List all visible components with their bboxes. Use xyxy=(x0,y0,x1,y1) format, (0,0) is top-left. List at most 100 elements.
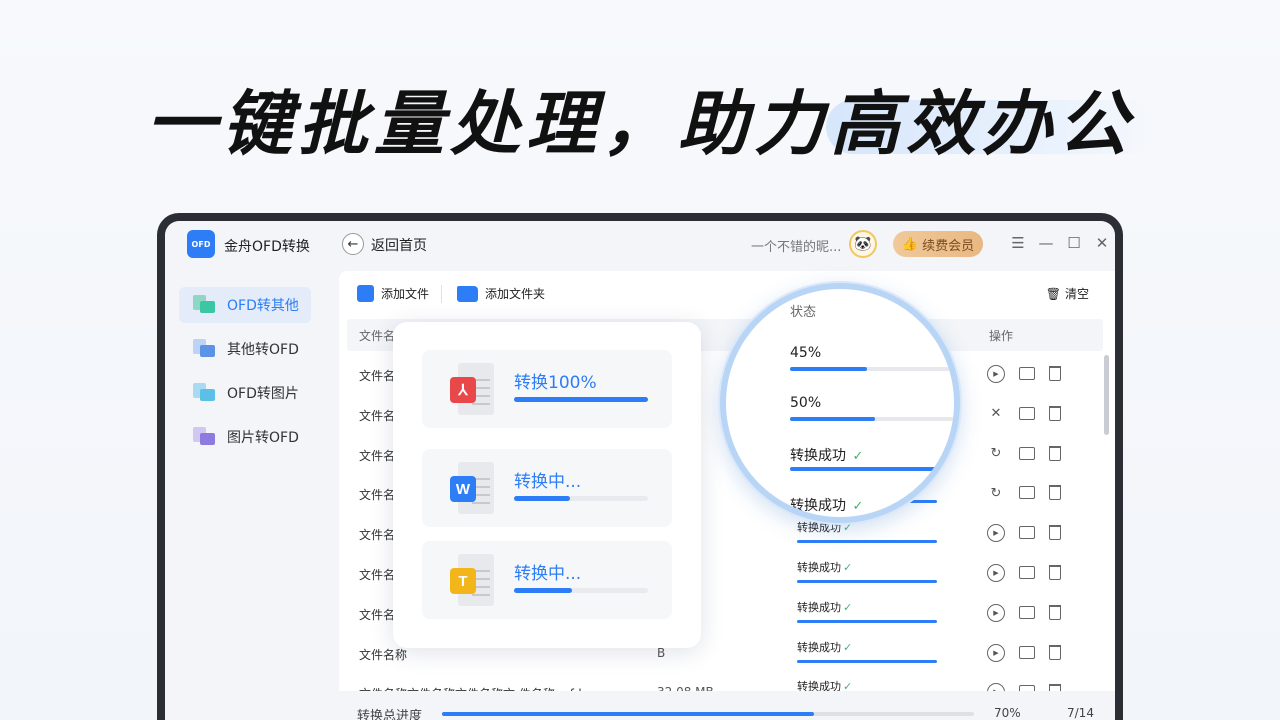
add-file-icon xyxy=(357,285,374,302)
overall-progress-percent: 70% xyxy=(994,706,1021,720)
open-folder-icon[interactable] xyxy=(1019,446,1035,460)
toolbar-divider xyxy=(441,285,442,303)
job-txt: T 转换中... xyxy=(422,541,672,619)
open-folder-icon[interactable] xyxy=(1019,406,1035,420)
success-check-icon: ✓ xyxy=(843,561,853,574)
overall-progress-track xyxy=(442,712,974,716)
job-label: 转换中... xyxy=(514,564,582,584)
overall-progress-count: 7/14 xyxy=(1067,706,1094,720)
lens-progress-track xyxy=(790,367,954,371)
sidebar-item-label: 图片转OFD xyxy=(227,430,299,446)
magnifier-lens: 状态 45% 50% 转换成功 ✓ 转换成功 ✓ xyxy=(720,283,960,523)
file-name: 文件名称 xyxy=(359,647,408,662)
row-actions: ▶ xyxy=(987,564,1061,582)
job-progress-fill xyxy=(514,588,572,593)
back-arrow-icon[interactable]: ← xyxy=(342,233,364,255)
txt-file-icon: T xyxy=(450,554,496,608)
delete-icon[interactable] xyxy=(1049,525,1061,541)
play-icon[interactable]: ▶ xyxy=(987,643,1005,662)
row-actions: ▶ xyxy=(987,643,1061,662)
minimize-icon[interactable]: — xyxy=(1037,234,1055,252)
delete-icon[interactable] xyxy=(1049,485,1061,501)
job-progress-track xyxy=(514,588,648,593)
success-check-icon: ✓ xyxy=(843,640,853,654)
row-actions: ↻ xyxy=(987,445,1061,463)
success-check-icon: ✓ xyxy=(852,499,864,514)
lens-status-text: 45% xyxy=(790,345,821,361)
app-logo-icon: OFD xyxy=(187,230,215,258)
file-progress xyxy=(797,659,937,663)
app-name: 金舟OFD转换 xyxy=(224,239,310,255)
open-folder-icon[interactable] xyxy=(1019,645,1035,659)
delete-icon[interactable] xyxy=(1049,644,1061,660)
ofd-to-other-icon xyxy=(193,295,215,315)
play-icon[interactable]: ▶ xyxy=(987,365,1005,383)
open-folder-icon[interactable] xyxy=(1019,486,1035,500)
retry-icon[interactable]: ↻ xyxy=(987,445,1005,463)
play-icon[interactable]: ▶ xyxy=(987,524,1005,543)
success-check-icon: ✓ xyxy=(843,600,853,614)
job-label: 转换中... xyxy=(514,472,582,492)
open-folder-icon[interactable] xyxy=(1019,566,1035,579)
lens-progress-fill xyxy=(790,467,954,471)
open-folder-icon[interactable] xyxy=(1019,367,1035,380)
thumb-up-icon: 👍 xyxy=(901,236,919,252)
success-check-icon: ✓ xyxy=(852,449,864,464)
lens-status-text: 50% xyxy=(790,395,821,411)
sidebar: OFD转其他 其他转OFD OFD转图片 图片转OFD xyxy=(165,267,331,720)
back-home-link[interactable]: 返回首页 xyxy=(371,235,427,255)
lens-status-label: 45% xyxy=(790,345,822,361)
sidebar-item-label: 其他转OFD xyxy=(227,342,299,358)
ofd-to-image-icon xyxy=(193,383,215,403)
add-folder-button[interactable]: 添加文件夹 xyxy=(457,285,545,302)
add-folder-label: 添加文件夹 xyxy=(485,287,546,301)
user-name[interactable]: 一个不错的昵... xyxy=(751,236,841,255)
lens-status-label: 转换成功 xyxy=(790,498,846,514)
add-folder-icon xyxy=(457,285,478,302)
job-progress-fill xyxy=(514,496,571,501)
renew-vip-label: 续费会员 xyxy=(922,238,975,254)
row-actions: ▶ xyxy=(987,603,1061,622)
sidebar-item-ofd-to-other[interactable]: OFD转其他 xyxy=(179,287,311,323)
cancel-icon[interactable]: ✕ xyxy=(987,405,1005,423)
row-actions: ▶ xyxy=(987,524,1061,543)
play-icon[interactable]: ▶ xyxy=(987,603,1005,622)
file-status: 转换成功✓ xyxy=(797,639,852,655)
job-label: 转换100% xyxy=(514,373,597,393)
job-progress-track xyxy=(514,397,648,402)
delete-icon[interactable] xyxy=(1049,445,1061,461)
avatar[interactable]: 🐼 xyxy=(849,230,877,258)
menu-icon[interactable]: ☰ xyxy=(1009,234,1027,252)
maximize-icon[interactable]: ☐ xyxy=(1065,234,1083,252)
sidebar-item-image-to-ofd[interactable]: 图片转OFD xyxy=(179,419,311,455)
job-progress-fill xyxy=(514,397,648,402)
file-status: 转换成功✓ xyxy=(797,559,852,575)
job-word: W 转换中... xyxy=(422,449,672,527)
scrollbar[interactable] xyxy=(1104,355,1109,435)
delete-icon[interactable] xyxy=(1049,366,1061,381)
sidebar-item-ofd-to-image[interactable]: OFD转图片 xyxy=(179,375,311,411)
delete-icon[interactable] xyxy=(1049,405,1061,421)
title-bar: OFD 金舟OFD转换 ← 返回首页 一个不错的昵... 🐼 👍 续费会员 ☰ … xyxy=(165,221,1115,267)
conversion-jobs-card: ⅄ 转换100% W 转换中... T 转换中... xyxy=(393,322,701,648)
row-actions: ✕ xyxy=(987,405,1061,423)
job-progress-track xyxy=(514,496,648,501)
sidebar-item-other-to-ofd[interactable]: 其他转OFD xyxy=(179,331,311,367)
close-icon[interactable]: ✕ xyxy=(1093,234,1111,252)
lens-progress-track xyxy=(790,467,954,471)
delete-icon[interactable] xyxy=(1049,565,1061,580)
lens-progress-track xyxy=(790,417,954,421)
retry-icon[interactable]: ↻ xyxy=(987,484,1005,502)
clear-button[interactable]: 🗑 清空 xyxy=(1046,285,1089,302)
open-folder-icon[interactable] xyxy=(1019,605,1035,619)
file-status-label: 转换成功 xyxy=(797,521,841,535)
file-status-label: 转换成功 xyxy=(797,600,841,614)
renew-vip-button[interactable]: 👍 续费会员 xyxy=(893,231,983,257)
trash-icon: 🗑 xyxy=(1045,286,1061,301)
sidebar-item-label: OFD转其他 xyxy=(227,298,299,314)
open-folder-icon[interactable] xyxy=(1019,526,1035,540)
delete-icon[interactable] xyxy=(1049,604,1061,620)
headline: 一键批量处理，助力高效办公 xyxy=(146,83,1134,165)
play-icon[interactable]: ▶ xyxy=(987,564,1005,582)
add-file-button[interactable]: 添加文件 xyxy=(357,285,429,302)
